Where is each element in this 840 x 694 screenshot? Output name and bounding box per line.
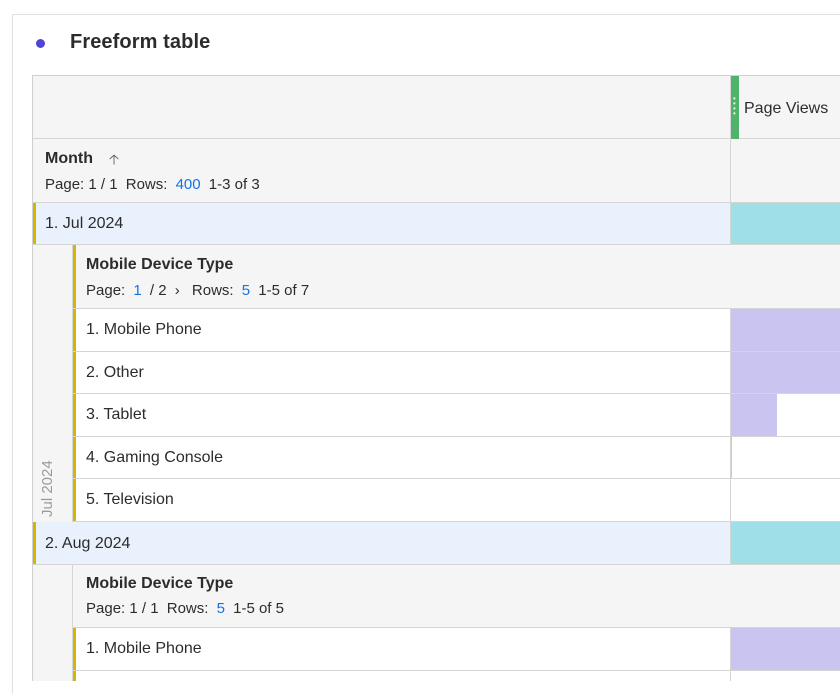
table-row[interactable] [73,671,840,681]
pager-rows-label: Rows: [125,176,168,193]
pager-page-label: Page: 1 / 1 [86,600,159,617]
pager-range: 1-3 of 3 [208,176,260,193]
table-row[interactable]: 5. Television [73,479,840,522]
row-marker [73,671,76,681]
table-row[interactable]: 2. Other [73,352,840,394]
dimension-title-month[interactable]: Month [45,150,93,168]
table-row[interactable]: 1. Mobile Phone [73,309,840,352]
metric-header-page-views[interactable]: Page Views [744,100,828,118]
table-row[interactable]: 1. Mobile Phone [73,628,840,671]
row-bar [731,352,840,393]
pager-rows-select[interactable]: 400 [176,176,201,193]
freeform-table: • • • • Page Views Month 🡡 Page: 1 / 1 Rows… [32,75,840,681]
metric-drag-handle[interactable]: • • • • [731,76,739,139]
column-header-row: • • • • Page Views [33,76,840,139]
row-bar [731,394,777,436]
pager-page-label: Page: 1 / 1 [45,176,118,193]
row-marker [73,394,76,436]
pager-page-total: / 2 [149,282,167,299]
pager-rows-label: Rows: [166,600,209,617]
column-divider [730,479,731,521]
pager-rows-select[interactable]: 5 [217,600,225,617]
breakdown-title[interactable]: Mobile Device Type [86,256,233,274]
pager-range: 1-5 of 5 [233,600,284,617]
month-label: 2. Aug 2024 [45,535,131,552]
row-bar [731,437,732,478]
column-header-empty [33,76,731,138]
nested-breakdown-frame: Jul 2024 [33,245,73,522]
table-row[interactable]: 3. Tablet [73,394,840,437]
breakdown-title[interactable]: Mobile Device Type [86,575,233,593]
column-divider [730,671,731,681]
panel-title: Freeform table [70,31,211,53]
row-label: 4. Gaming Console [86,449,223,466]
chevron-right-icon[interactable]: › [175,282,180,299]
dimension-header-row: Month 🡡 Page: 1 / 1 Rows: 400 1-3 of 3 [33,139,840,203]
table-row-month-2[interactable]: 2. Aug 2024 [33,522,840,565]
dimension-pager: Page: 1 / 1 Rows: 400 1-3 of 3 [45,176,264,193]
row-label: 2. Other [86,364,144,381]
row-label: 1. Mobile Phone [86,321,202,338]
breakdown-pager: Page: 1 / 1 Rows: 5 1-5 of 5 [86,600,288,617]
panel-header: Freeform table [13,15,840,73]
dimension-header-cell: Month 🡡 Page: 1 / 1 Rows: 400 1-3 of 3 [33,139,731,202]
row-bar [731,309,840,351]
nested-breakdown-frame [33,565,73,681]
row-marker [73,352,76,393]
month-bar [731,203,840,244]
dimension-header-metric-cell [731,139,840,202]
sort-ascending-icon[interactable]: 🡡 [109,149,119,173]
grip-dots-icon: • • • • [733,94,736,118]
table-row[interactable]: 4. Gaming Console [73,437,840,479]
pager-page-prefix: Page: [86,282,126,299]
row-marker [73,245,76,308]
row-marker [73,309,76,351]
month-label-cell: 1. Jul 2024 [33,203,731,244]
pager-rows-label: Rows: [191,282,234,299]
row-marker [73,437,76,478]
row-marker [73,628,76,670]
row-marker [73,479,76,521]
breakdown-header-row: Mobile Device Type Page: 1 / 1 Rows: 5 1… [73,565,840,628]
month-label: 1. Jul 2024 [45,215,124,232]
row-label: 5. Television [86,491,174,508]
month-bar [731,522,840,564]
month-label-cell: 2. Aug 2024 [33,522,731,564]
row-label: 3. Tablet [86,406,147,423]
nested-month-label: Jul 2024 [39,460,56,517]
row-bar [731,628,840,670]
breakdown-header-row: Mobile Device Type Page: 1 / 2 › Rows: 5… [73,245,840,309]
table-row-month-1[interactable]: 1. Jul 2024 [33,203,840,245]
panel-status-dot [36,39,45,48]
breakdown-pager: Page: 1 / 2 › Rows: 5 1-5 of 7 [86,282,313,299]
pager-rows-select[interactable]: 5 [242,282,250,299]
pager-page-current[interactable]: 1 [133,282,141,299]
row-label: 1. Mobile Phone [86,640,202,657]
pager-range: 1-5 of 7 [258,282,310,299]
